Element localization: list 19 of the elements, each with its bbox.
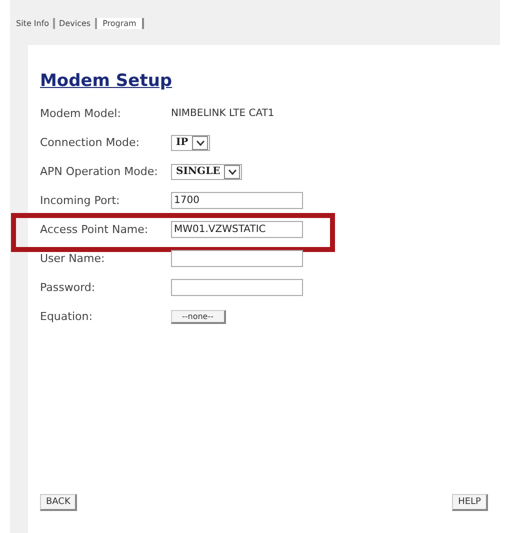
page-title: Modem Setup [40, 71, 174, 91]
field-label: Incoming Port: [40, 194, 121, 207]
field-label: Modem Model: [40, 107, 122, 120]
tab[interactable]: Program [96, 18, 144, 29]
field-label: Equation: [40, 310, 94, 323]
tab[interactable]: Site Info [12, 18, 56, 29]
field-label: Connection Mode: [40, 136, 140, 149]
field-value: NIMBELINK LTE CAT1 [171, 108, 274, 119]
button[interactable]: BACK [40, 494, 78, 511]
field-label: User Name: [40, 252, 106, 265]
equation-button[interactable]: --none-- [171, 310, 226, 324]
dropdown[interactable]: SINGLE [171, 164, 242, 180]
field-label: APN Operation Mode: [40, 165, 159, 178]
input-field[interactable]: 1700 [171, 192, 303, 209]
button[interactable]: HELP [452, 494, 488, 511]
input-field[interactable]: MW01.VZWSTATIC [171, 221, 303, 238]
field-label: Access Point Name: [40, 223, 150, 236]
dropdown[interactable]: IP [171, 134, 210, 150]
field-label: Password: [40, 281, 96, 294]
